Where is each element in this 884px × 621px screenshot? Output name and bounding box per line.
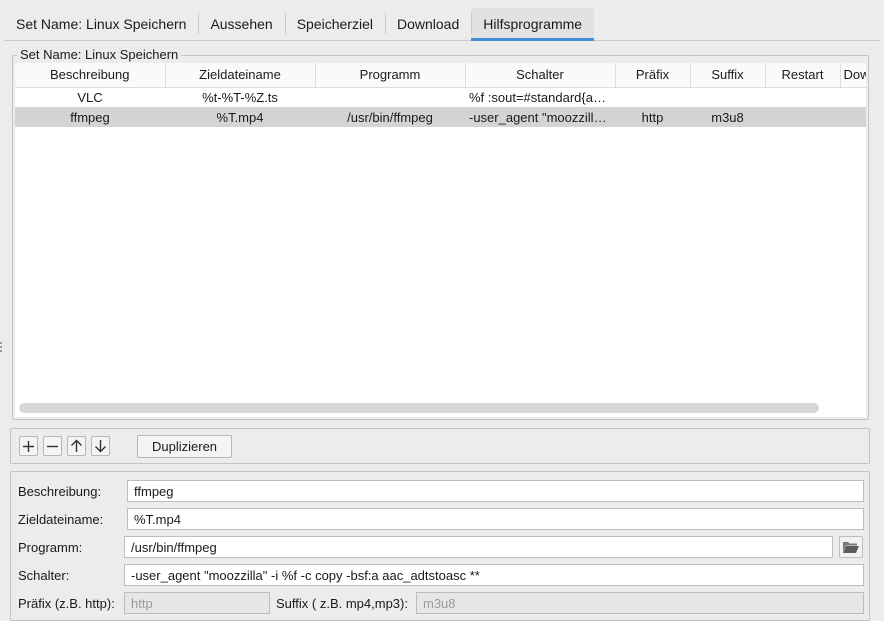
- column-header-schalter[interactable]: Schalter: [465, 63, 616, 88]
- column-header-restart[interactable]: Restart: [765, 63, 841, 88]
- remove-button[interactable]: [43, 436, 62, 456]
- list-toolbar: Duplizieren: [10, 428, 870, 464]
- table-cell: [690, 87, 765, 107]
- table-row[interactable]: VLC %t-%T-%Z.ts %f :sout=#standard{ac…: [15, 87, 866, 107]
- table-row-selected[interactable]: ffmpeg %T.mp4 /usr/bin/ffmpeg -user_agen…: [15, 107, 866, 127]
- folder-open-icon: [843, 542, 859, 553]
- minus-icon: [47, 445, 58, 447]
- schalter-field[interactable]: -user_agent "moozzilla" -i %f -c copy -b…: [124, 564, 864, 586]
- table-cell: %t-%T-%Z.ts: [202, 89, 278, 105]
- table-cell: -user_agent "moozzilla…: [465, 107, 615, 127]
- table-cell: [315, 87, 465, 107]
- plus-icon: [23, 440, 34, 452]
- duplicate-button[interactable]: Duplizieren: [137, 434, 233, 458]
- programs-table: Beschreibung Zieldateiname Programm Scha…: [15, 63, 866, 417]
- move-down-button[interactable]: [91, 436, 110, 456]
- column-header-beschreibung[interactable]: Beschreibung: [15, 63, 166, 88]
- column-header-suffix[interactable]: Suffix: [690, 63, 766, 88]
- suffix-field[interactable]: m3u8: [416, 592, 864, 614]
- column-header-programm[interactable]: Programm: [315, 63, 466, 88]
- programm-label: Programm:: [18, 540, 83, 555]
- table-cell: http: [615, 107, 690, 127]
- suffix-label: Suffix ( z.B. mp4,mp3):: [276, 596, 408, 611]
- tab-speicherziel[interactable]: Speicherziel: [284, 8, 385, 40]
- table-cell: [840, 87, 866, 107]
- column-header-praefix[interactable]: Präfix: [615, 63, 691, 88]
- tab-set-name[interactable]: Set Name: Linux Speichern: [4, 8, 198, 40]
- table-cell: %f :sout=#standard{ac…: [469, 89, 613, 105]
- table-cell: [765, 107, 840, 127]
- programm-field[interactable]: /usr/bin/ffmpeg: [124, 536, 833, 558]
- add-button[interactable]: [19, 436, 38, 456]
- table-cell: %T.mp4: [165, 107, 315, 127]
- programs-group: Set Name: Linux Speichern Beschreibung Z…: [12, 47, 869, 420]
- praefix-field[interactable]: http: [124, 592, 270, 614]
- table-cell: VLC: [77, 89, 103, 105]
- browse-program-button[interactable]: [839, 536, 863, 558]
- praefix-label: Präfix (z.B. http):: [18, 596, 115, 611]
- edit-form: Beschreibung: ffmpeg Zieldateiname: %T.m…: [10, 471, 870, 621]
- move-up-button[interactable]: [67, 436, 86, 456]
- group-title: Set Name: Linux Speichern: [17, 47, 182, 62]
- column-header-download[interactable]: Dow: [840, 63, 866, 88]
- table-cell: ffmpeg: [15, 107, 165, 127]
- table-cell: [615, 87, 690, 107]
- beschreibung-field[interactable]: ffmpeg: [127, 480, 864, 502]
- resize-grip[interactable]: [0, 340, 4, 354]
- tab-aussehen[interactable]: Aussehen: [198, 8, 284, 40]
- table-cell: m3u8: [690, 107, 765, 127]
- zieldateiname-label: Zieldateiname:: [18, 512, 104, 527]
- table-cell: [765, 87, 840, 107]
- zieldateiname-field[interactable]: %T.mp4: [127, 508, 864, 530]
- arrow-up-icon: [71, 439, 82, 452]
- horizontal-scrollbar[interactable]: [19, 403, 819, 413]
- arrow-down-icon: [95, 440, 106, 453]
- column-header-zieldateiname[interactable]: Zieldateiname: [165, 63, 316, 88]
- table-cell: [840, 107, 866, 127]
- beschreibung-label: Beschreibung:: [18, 484, 102, 499]
- schalter-label: Schalter:: [18, 568, 70, 583]
- tab-bar: Set Name: Linux Speichern Aussehen Speic…: [4, 8, 880, 41]
- tab-download[interactable]: Download: [384, 8, 471, 40]
- tab-hilfsprogramme[interactable]: Hilfsprogramme: [471, 8, 595, 41]
- table-cell: /usr/bin/ffmpeg: [315, 107, 465, 127]
